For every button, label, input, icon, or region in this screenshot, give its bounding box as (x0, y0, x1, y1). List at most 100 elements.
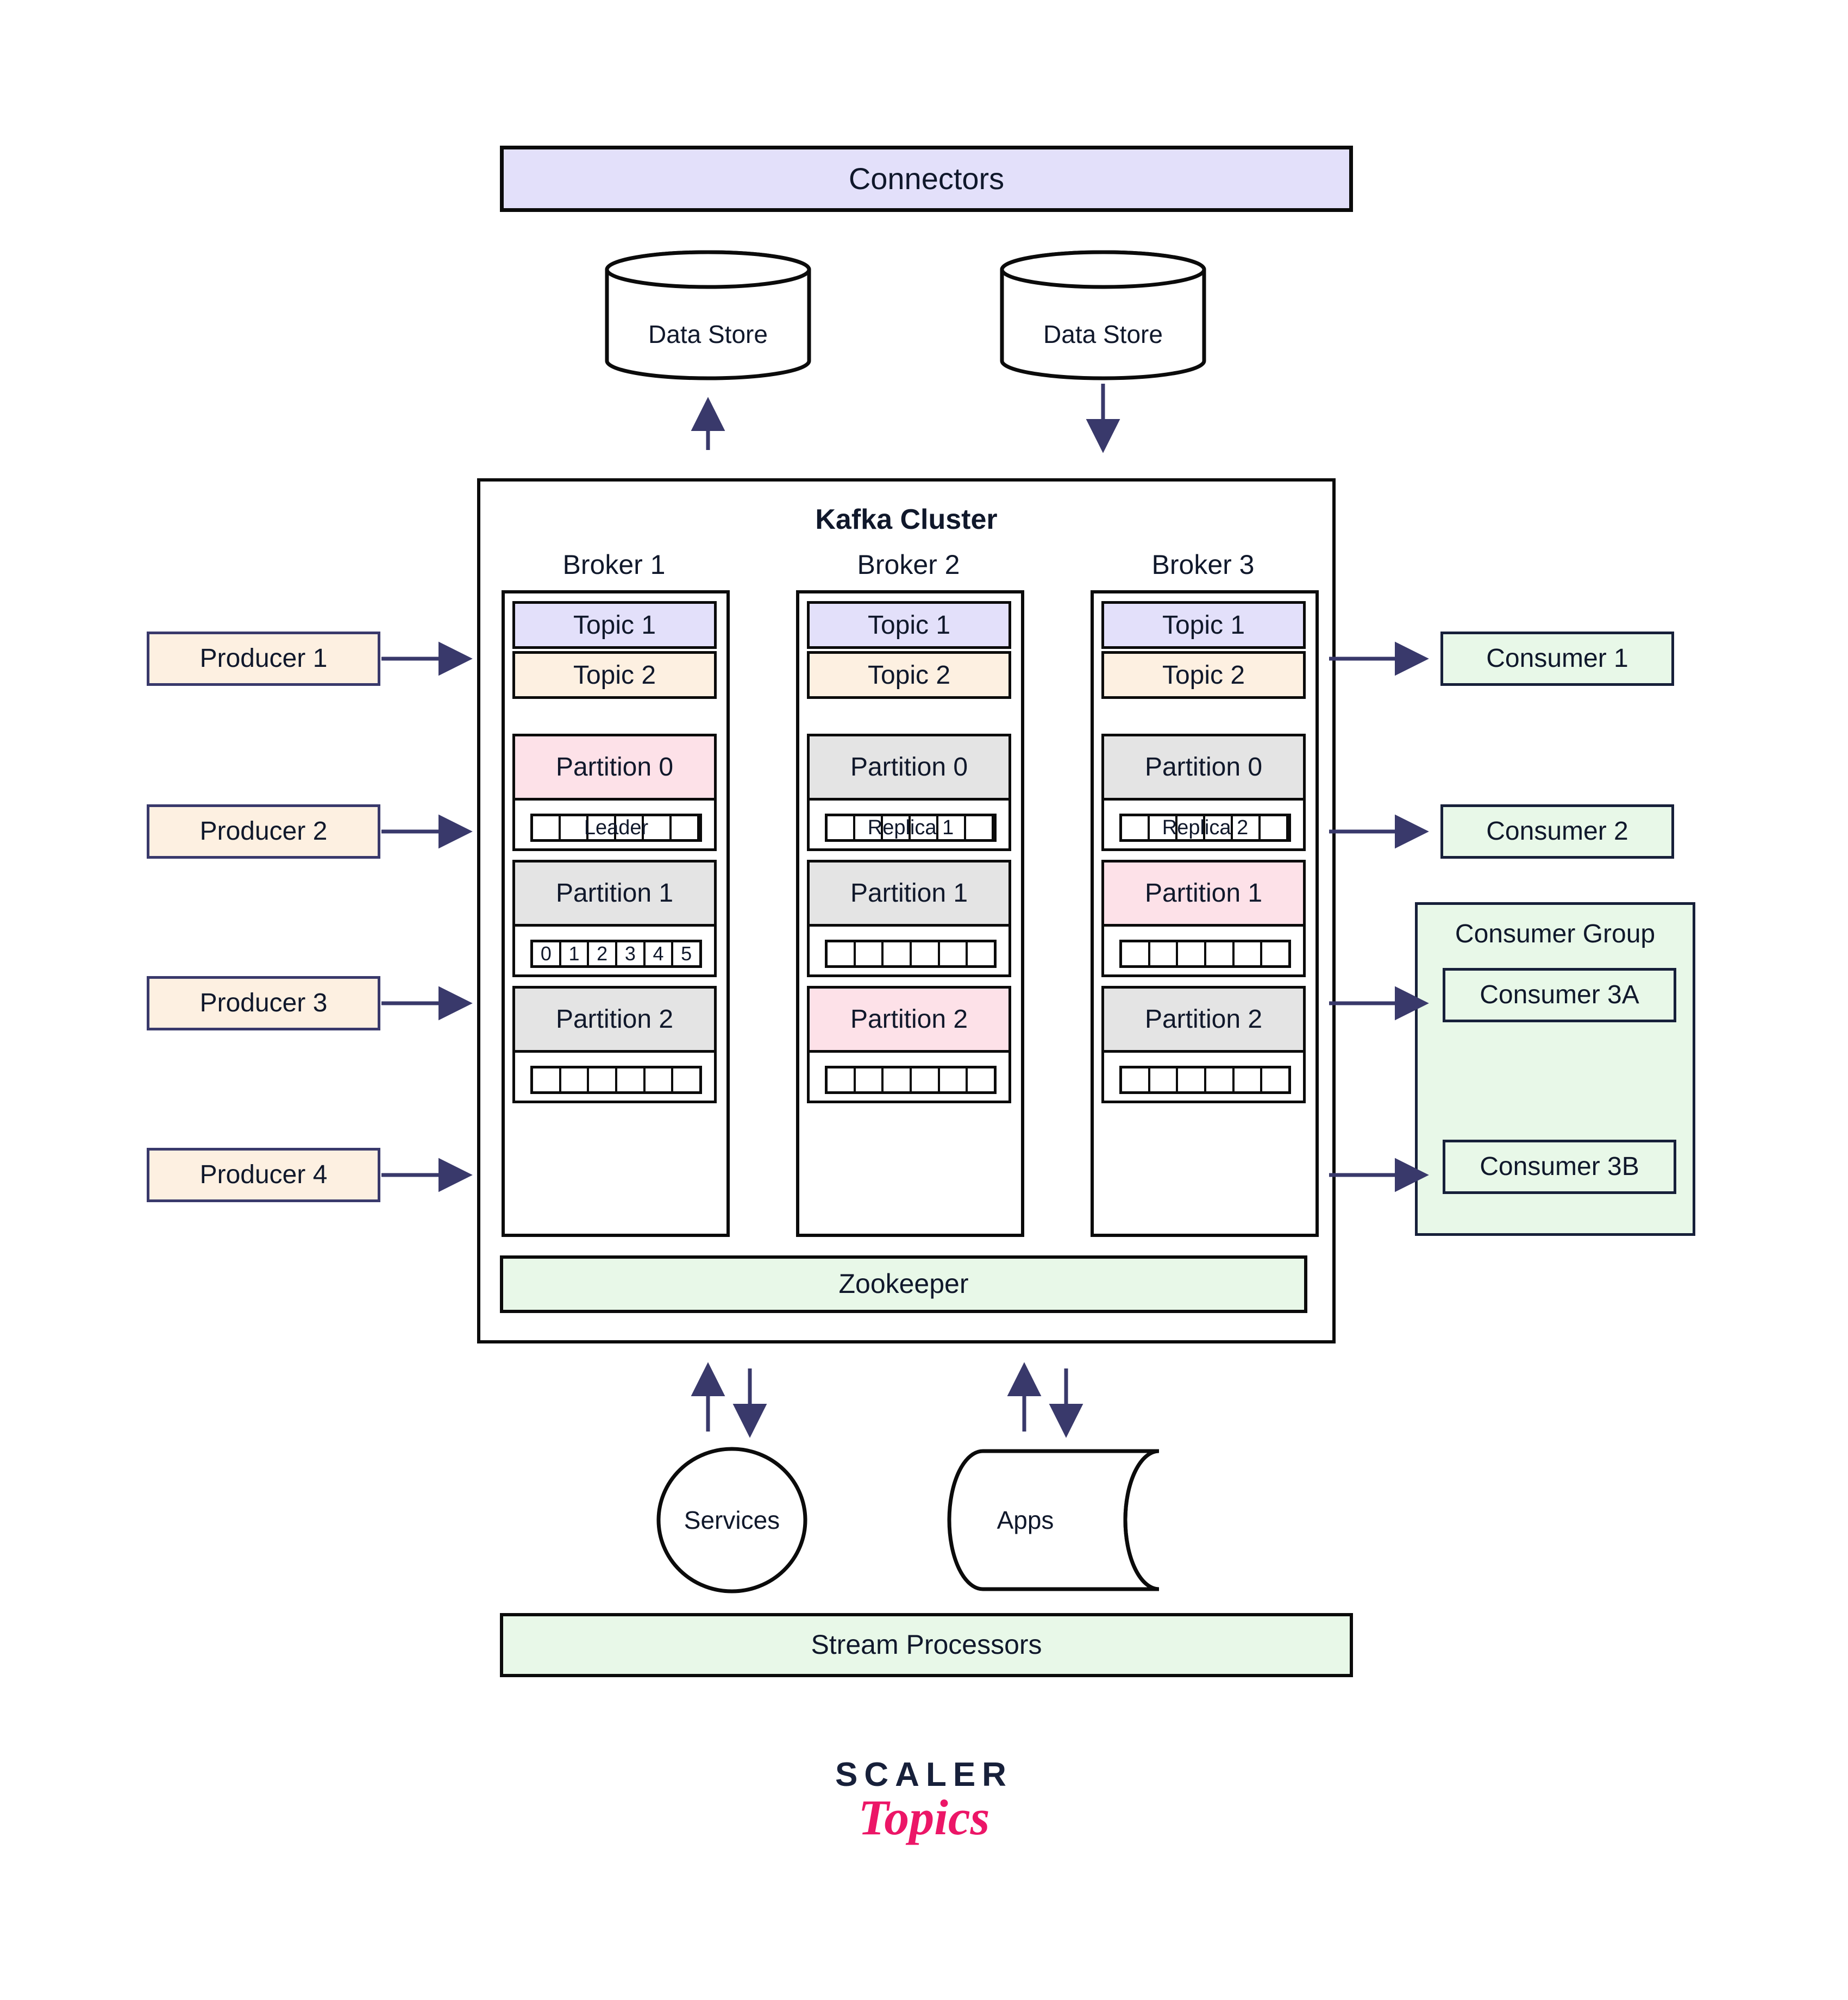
broker-2[interactable]: Topic 1 Topic 2 Partition 0 Replica 1 Pa… (796, 590, 1024, 1237)
segment-cell (828, 816, 855, 839)
partition-header: Partition 1 (810, 862, 1008, 927)
services-node[interactable]: Services (656, 1447, 808, 1593)
stream-processors-label: Stream Processors (811, 1629, 1042, 1660)
broker-3[interactable]: Topic 1 Topic 2 Partition 0 Replica 2 Pa… (1091, 590, 1319, 1237)
consumer-label: Consumer 3A (1480, 980, 1639, 1010)
partition-segment-strip[interactable] (1119, 940, 1291, 968)
segment-cell (855, 816, 883, 839)
partition-label: Partition 1 (555, 879, 674, 908)
segment-cell (968, 942, 994, 965)
broker-2-topic-1[interactable]: Topic 1 (807, 601, 1011, 649)
topic-label: Topic 2 (1162, 660, 1245, 690)
partition-segment-strip[interactable] (1119, 1066, 1291, 1094)
broker-2-partition-1[interactable]: Partition 1 (807, 860, 1011, 977)
segment-cell (1150, 816, 1177, 839)
broker-3-topic-1[interactable]: Topic 1 (1101, 601, 1306, 649)
segment-cell (1150, 1068, 1179, 1091)
partition-segment-strip[interactable] (825, 1066, 997, 1094)
consumer-label: Consumer 2 (1486, 817, 1628, 846)
segment-cell (1122, 942, 1150, 965)
segment-cell (561, 1068, 590, 1091)
partition-segment-strip[interactable]: Replica 2 (1119, 814, 1291, 842)
segment-cell: 2 (589, 942, 618, 965)
segment-cell (1262, 1068, 1288, 1091)
segment-cell (940, 942, 968, 965)
consumer-group-title: Consumer Group (1455, 920, 1656, 948)
broker-2-topic-2[interactable]: Topic 2 (807, 651, 1011, 699)
segment-cell (968, 1068, 994, 1091)
data-store-right[interactable]: Data Store (1000, 250, 1206, 380)
partition-label: Partition 2 (850, 1005, 968, 1034)
zookeeper-box[interactable]: Zookeeper (500, 1255, 1307, 1313)
broker-1-topic-1[interactable]: Topic 1 (512, 601, 717, 649)
segment-cell (1178, 1068, 1207, 1091)
segment-cell (1122, 1068, 1150, 1091)
segment-cell (856, 1068, 884, 1091)
segment-cell (588, 816, 616, 839)
partition-header: Partition 0 (1104, 736, 1303, 801)
diagram-canvas: Connectors Data Store Data Store Kafka C… (0, 0, 1848, 2000)
connectors-box[interactable]: Connectors (500, 146, 1353, 212)
broker-1[interactable]: Topic 1 Topic 2 Partition 0 Leader Parti… (502, 590, 730, 1237)
broker-1-partition-1[interactable]: Partition 1 0 1 2 3 4 5 (512, 860, 717, 977)
partition-label: Partition 0 (555, 753, 674, 782)
producer-1[interactable]: Producer 1 (147, 632, 380, 686)
broker-3-partition-2[interactable]: Partition 2 (1101, 986, 1306, 1103)
partition-segment-strip[interactable]: Replica 1 (825, 814, 997, 842)
segment-cell (828, 1068, 856, 1091)
topic-label: Topic 2 (573, 660, 656, 690)
segment-cell: 0 (533, 942, 561, 965)
apps-node[interactable]: Apps (933, 1447, 1161, 1593)
consumer-group-box[interactable]: Consumer Group Consumer 3A Consumer 3B (1415, 902, 1695, 1236)
scaler-topics-logo: SCALER Topics (0, 1755, 1848, 1846)
segment-cell (533, 1068, 561, 1091)
segment-cell (1150, 942, 1179, 965)
consumer-label: Consumer 3B (1480, 1152, 1639, 1182)
segment-cell (1205, 816, 1233, 839)
partition-label: Partition 0 (850, 753, 968, 782)
topic-label: Topic 1 (573, 610, 656, 640)
consumer-1[interactable]: Consumer 1 (1440, 632, 1674, 686)
consumer-3a[interactable]: Consumer 3A (1443, 968, 1676, 1022)
apps-label: Apps (997, 1506, 1054, 1534)
producer-label: Producer 3 (199, 989, 328, 1018)
broker-label-2: Broker 2 (857, 549, 960, 580)
partition-label: Partition 2 (1144, 1005, 1263, 1034)
consumer-2[interactable]: Consumer 2 (1440, 804, 1674, 859)
broker-3-topic-2[interactable]: Topic 2 (1101, 651, 1306, 699)
consumer-3b[interactable]: Consumer 3B (1443, 1140, 1676, 1194)
segment-cell (672, 816, 699, 839)
broker-2-partition-2[interactable]: Partition 2 (807, 986, 1011, 1103)
topic-label: Topic 2 (867, 660, 951, 690)
partition-segment-strip[interactable]: Leader (530, 814, 702, 842)
partition-header: Partition 2 (515, 989, 714, 1053)
segment-cell (617, 1068, 646, 1091)
segment-cell (938, 816, 966, 839)
topic-label: Topic 1 (1162, 610, 1245, 640)
producer-4[interactable]: Producer 4 (147, 1148, 380, 1202)
data-store-left[interactable]: Data Store (605, 250, 811, 380)
stream-processors-box[interactable]: Stream Processors (500, 1613, 1353, 1677)
partition-segment-strip[interactable] (825, 940, 997, 968)
connectors-label: Connectors (848, 161, 1005, 196)
logo-subtitle: Topics (858, 1790, 990, 1845)
broker-1-partition-2[interactable]: Partition 2 (512, 986, 717, 1103)
segment-cell (828, 942, 856, 965)
broker-1-partition-0[interactable]: Partition 0 Leader (512, 734, 717, 851)
broker-1-topic-2[interactable]: Topic 2 (512, 651, 717, 699)
zookeeper-label: Zookeeper (838, 1268, 969, 1299)
partition-segment-strip[interactable] (530, 1066, 702, 1094)
producer-2[interactable]: Producer 2 (147, 804, 380, 859)
broker-3-partition-1[interactable]: Partition 1 (1101, 860, 1306, 977)
segment-cell (589, 1068, 618, 1091)
segment-cell (884, 1068, 912, 1091)
broker-3-partition-0[interactable]: Partition 0 Replica 2 (1101, 734, 1306, 851)
partition-segment-strip[interactable]: 0 1 2 3 4 5 (530, 940, 702, 968)
producer-3[interactable]: Producer 3 (147, 976, 380, 1030)
segment-cell: 5 (681, 942, 692, 965)
partition-header: Partition 2 (810, 989, 1008, 1053)
segment-cell (1233, 816, 1261, 839)
segment-cell (883, 816, 911, 839)
broker-label-3: Broker 3 (1151, 549, 1255, 580)
broker-2-partition-0[interactable]: Partition 0 Replica 1 (807, 734, 1011, 851)
